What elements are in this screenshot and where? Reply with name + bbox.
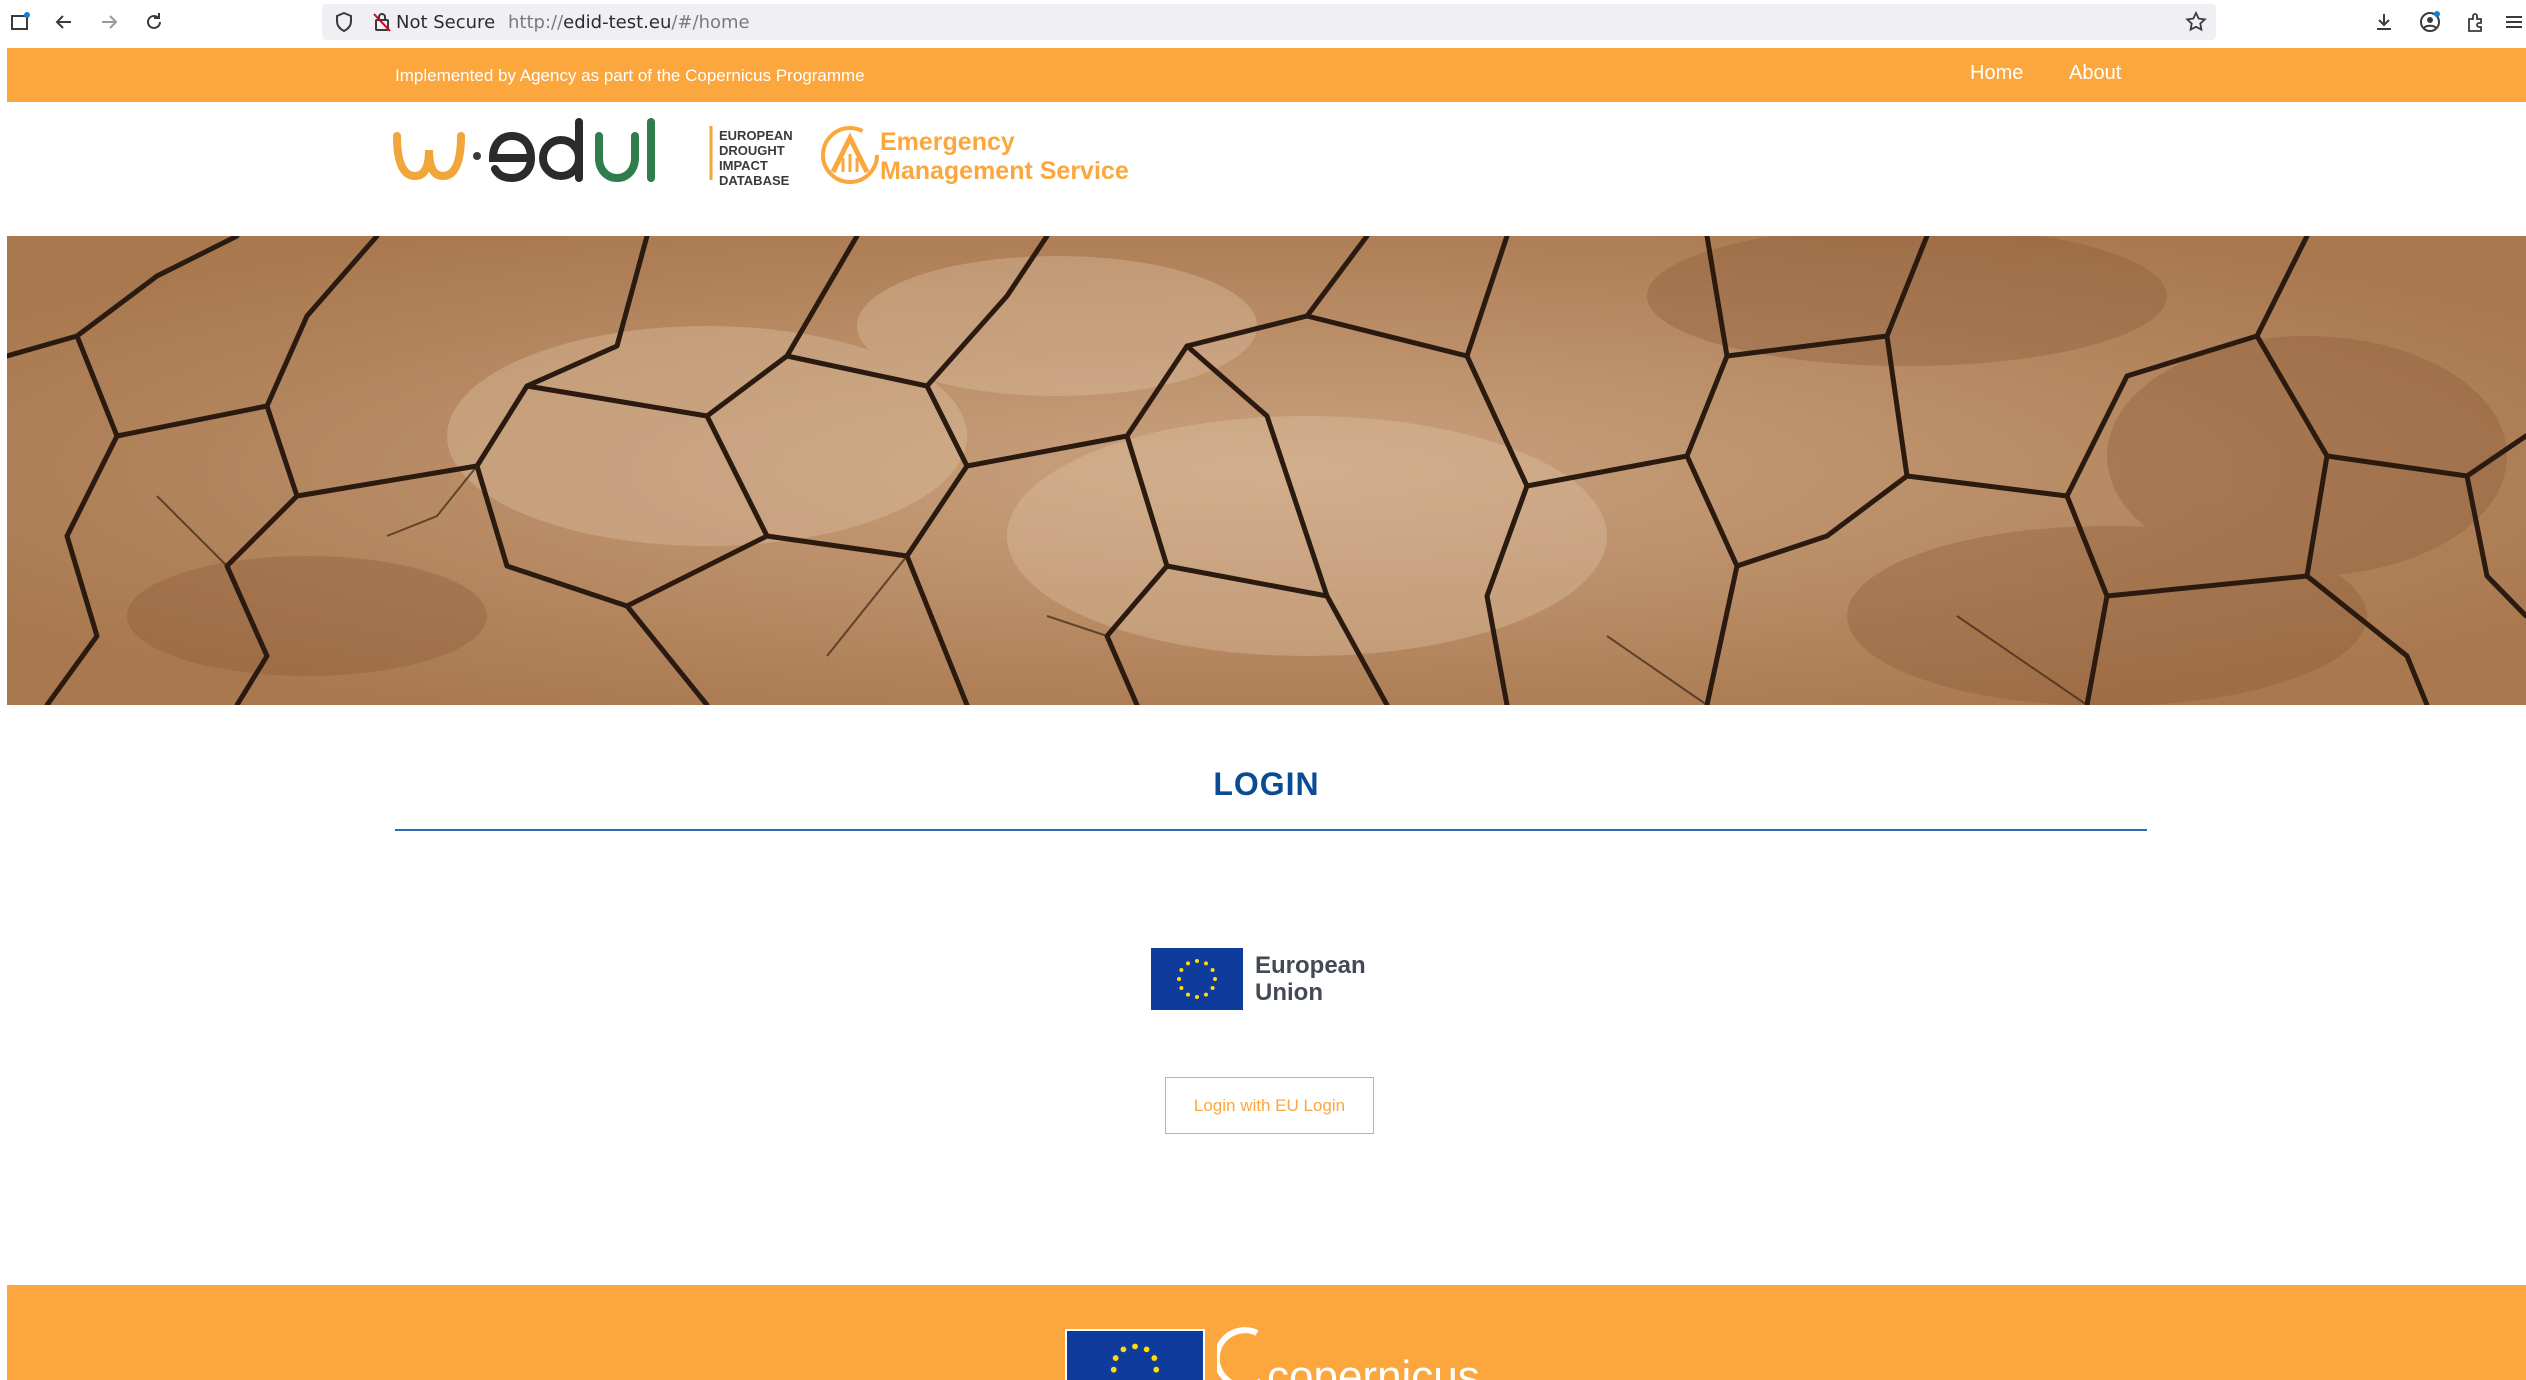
- programme-tagline: Implemented by Agency as part of the Cop…: [395, 66, 865, 85]
- not-secure-label: Not Secure: [396, 12, 496, 33]
- eu-logo-line2: Union: [1255, 979, 1323, 1006]
- insecure-lock-icon[interactable]: [370, 10, 394, 34]
- footer-eu-flag-icon: [1065, 1329, 1205, 1380]
- account-icon[interactable]: [2414, 6, 2446, 38]
- site-header: [7, 102, 2526, 236]
- back-arrow-icon[interactable]: [48, 6, 80, 38]
- address-bar[interactable]: Not Secure http://edid-test.eu/#/home: [322, 4, 2216, 40]
- ems-logo-icon[interactable]: [819, 124, 881, 186]
- eu-logo-line1: European: [1255, 952, 1366, 979]
- tracking-shield-icon[interactable]: [332, 10, 356, 34]
- wedid-logo-subtitle: EUROPEAN DROUGHT IMPACT DATABASE: [719, 128, 793, 188]
- login-title: LOGIN: [1213, 766, 1320, 802]
- page-viewport: Implemented by Agency as part of the Cop…: [7, 48, 2526, 1380]
- url-text[interactable]: http://edid-test.eu/#/home: [508, 12, 750, 33]
- downloads-icon[interactable]: [2368, 6, 2400, 38]
- logo-subtitle-line: DATABASE: [719, 173, 790, 188]
- tab-overview-icon[interactable]: [4, 6, 36, 38]
- ems-title-line2: Management Service: [880, 157, 1129, 185]
- logo-subtitle-line: IMPACT: [719, 158, 768, 173]
- reload-icon[interactable]: [138, 6, 170, 38]
- title-divider: [395, 829, 2147, 831]
- url-host: edid-test.eu: [563, 12, 672, 33]
- url-prefix: http://: [508, 12, 564, 33]
- top-bar: Implemented by Agency as part of the Cop…: [7, 48, 2526, 102]
- copernicus-logo: copernicus: [1217, 1327, 1480, 1380]
- nav-home-link[interactable]: Home: [1970, 62, 2023, 85]
- copernicus-wordmark: copernicus: [1267, 1352, 1480, 1380]
- ems-title-line1: Emergency: [880, 128, 1015, 156]
- logo-subtitle-line: EUROPEAN: [719, 128, 793, 143]
- forward-arrow-icon[interactable]: [93, 6, 125, 38]
- nav-about-link[interactable]: About: [2069, 62, 2121, 85]
- eu-flag-icon: [1151, 948, 1243, 1010]
- ems-title: Emergency Management Service: [880, 128, 1129, 186]
- eu-logo-text: European Union: [1255, 952, 1366, 1006]
- logo-subtitle-line: DROUGHT: [719, 143, 785, 158]
- extensions-icon[interactable]: [2459, 6, 2491, 38]
- eu-login-button[interactable]: Login with EU Login: [1165, 1077, 1374, 1134]
- hero-banner-image: [7, 236, 2526, 705]
- eu-logo: European Union: [1151, 948, 1411, 1010]
- site-footer: copernicus: [7, 1285, 2526, 1380]
- browser-toolbar: Not Secure http://edid-test.eu/#/home: [0, 0, 2526, 44]
- url-path: /#/home: [671, 12, 750, 33]
- bookmark-star-icon[interactable]: [2184, 10, 2208, 34]
- menu-icon[interactable]: [2500, 6, 2526, 38]
